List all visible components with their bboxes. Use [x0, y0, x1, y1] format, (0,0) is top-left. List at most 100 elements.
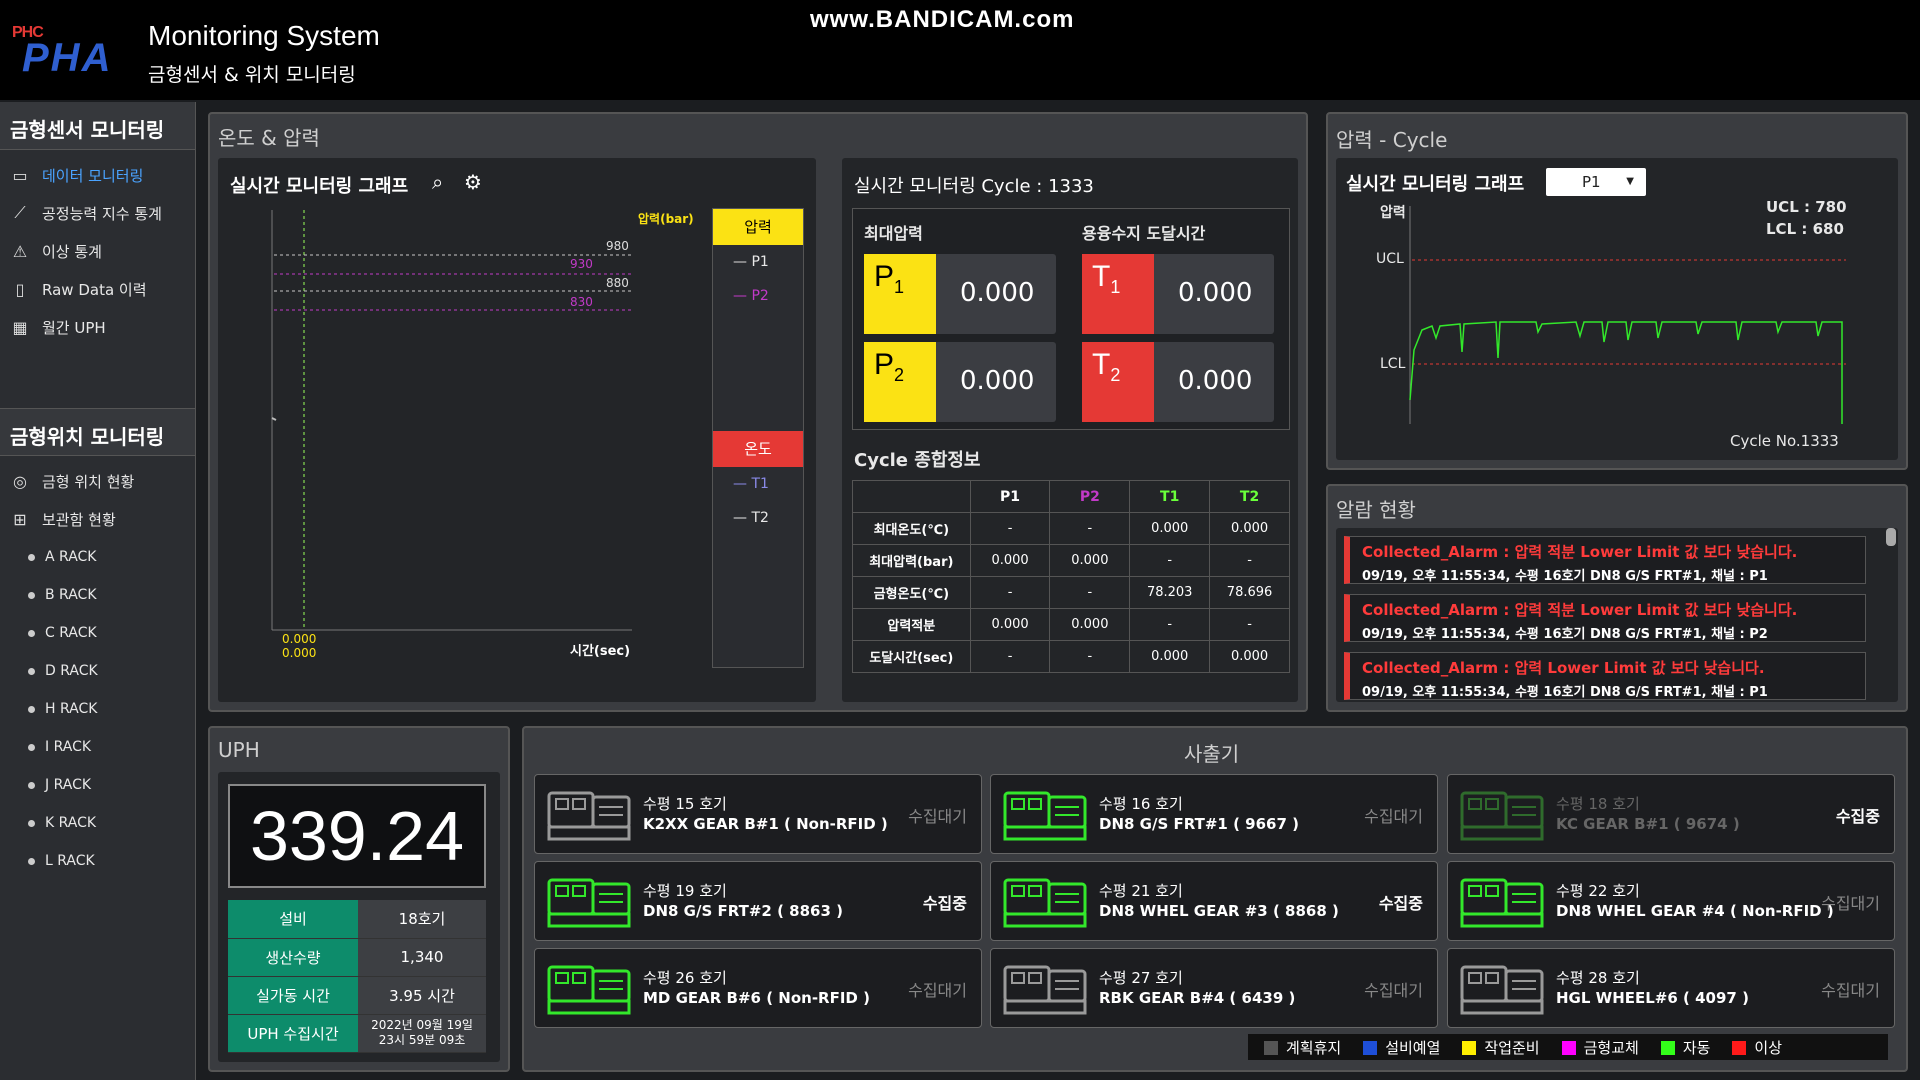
grid-icon: ⊞	[13, 509, 27, 529]
sidebar-rack-k[interactable]: K RACK	[0, 804, 195, 842]
table-cell: -	[969, 576, 1051, 609]
sidebar-rack-h[interactable]: H RACK	[0, 690, 195, 728]
metric-tag-t2: T2	[1082, 342, 1154, 422]
machine-card[interactable]: 수평 15 호기 K2XX GEAR B#1 ( Non-RFID ) 수집대기	[534, 774, 982, 854]
table-cell: 설비	[228, 900, 358, 939]
table-cell: 0.000	[1209, 512, 1290, 545]
tag-letter: T	[1092, 348, 1111, 381]
sidebar-rack-d[interactable]: D RACK	[0, 652, 195, 690]
machine-card[interactable]: 수평 18 호기 KC GEAR B#1 ( 9674 ) 수집중	[1447, 774, 1895, 854]
legend-t2[interactable]: — T2	[713, 501, 803, 535]
legend-p2[interactable]: — P2	[713, 279, 803, 313]
table-cell: -	[1129, 608, 1211, 641]
line-label-880: 880	[606, 276, 629, 290]
pressure-graph	[271, 210, 632, 631]
table-row: 최대압력(bar) 0.000 0.000 - -	[852, 544, 1290, 577]
sidebar-item-monthly-uph[interactable]: ▦ 월간 UPH	[0, 308, 195, 346]
table-cell: 생산수량	[228, 938, 358, 977]
app-subtitle: 금형센서 & 위치 모니터링	[148, 64, 356, 86]
table-header-row: P1 P2 T1 T2	[852, 480, 1290, 513]
legend-p1[interactable]: — P1	[713, 245, 803, 279]
alarm-item[interactable]: Collected_Alarm : 압력 Lower Limit 값 보다 낮습…	[1344, 652, 1866, 700]
legend-item: 작업준비	[1462, 1037, 1540, 1058]
bullet-icon	[28, 553, 35, 561]
uph-info-table: 설비 18호기 생산수량 1,340 실가동 시간 3.95 시간 UPH 수집시간 2…	[228, 900, 486, 1053]
sidebar-rack-l[interactable]: L RACK	[0, 842, 195, 880]
machine-card[interactable]: 수평 16 호기 DN8 G/S FRT#1 ( 9667 ) 수집대기	[990, 774, 1438, 854]
legend-t1[interactable]: — T1	[713, 467, 803, 501]
sidebar-rack-i[interactable]: I RACK	[0, 728, 195, 766]
machine-card[interactable]: 수평 28 호기 HGL WHEEL#6 ( 4097 ) 수집대기	[1447, 948, 1895, 1028]
metric-p2: P2 0.000	[864, 342, 1056, 422]
tag-sub: 1	[894, 277, 905, 297]
channel-select[interactable]: P1 ▼	[1546, 168, 1646, 196]
rack-label: A RACK	[45, 549, 97, 565]
sidebar-item-raw-data[interactable]: ▯ Raw Data 이력	[0, 270, 195, 308]
sidebar-item-data-monitoring[interactable]: ▭ 데이터 모니터링	[0, 156, 195, 194]
table-cell: -	[1049, 576, 1131, 609]
metric-p1: P1 0.000	[864, 254, 1056, 334]
gear-icon[interactable]: ⚙	[464, 170, 482, 194]
table-cell: 3.95 시간	[358, 976, 486, 1015]
machine-status: 수집대기	[908, 981, 967, 1000]
sidebar-rack-a[interactable]: A RACK	[0, 538, 195, 576]
cycle-summary-title: Cycle 종합정보	[854, 450, 981, 471]
rack-label: K RACK	[45, 815, 97, 831]
machine-card[interactable]: 수평 22 호기 DN8 WHEL GEAR #4 ( Non-RFID ) 수집대…	[1447, 861, 1895, 941]
collect-time: 23시 59분 09초	[378, 1033, 466, 1047]
machine-card[interactable]: 수평 19 호기 DN8 G/S FRT#2 ( 8863 ) 수집중	[534, 861, 982, 941]
table-row: 최대온도(℃) - - 0.000 0.000	[852, 512, 1290, 545]
sidebar-item-abnormal-stats[interactable]: ⚠ 이상 통계	[0, 232, 195, 270]
sidebar-item-storage[interactable]: ⊞ 보관함 현황	[0, 500, 195, 538]
sidebar-rack-c[interactable]: C RACK	[0, 614, 195, 652]
injection-machine-icon	[1460, 965, 1544, 1015]
table-row: UPH 수집시간 2022년 09월 19일 23시 59분 09초	[228, 1014, 486, 1053]
injection-machine-icon	[547, 791, 631, 841]
alarm-scrollbar[interactable]	[1886, 528, 1896, 546]
table-header: T1	[1129, 480, 1211, 513]
graph-legend: 압력 — P1 — P2 온도 — T1 — T2	[712, 208, 804, 668]
legend-temp-head: 온도	[713, 431, 803, 467]
machine-mold: K2XX GEAR B#1 ( Non-RFID )	[643, 815, 888, 833]
pressure-series-line	[1409, 321, 1843, 424]
logo: PHA	[22, 36, 113, 80]
collect-date: 2022년 09월 19일	[371, 1018, 473, 1032]
alarm-item[interactable]: Collected_Alarm : 압력 적분 Lower Limit 값 보다…	[1344, 536, 1866, 584]
machine-mold: DN8 WHEL GEAR #3 ( 8868 )	[1099, 902, 1339, 920]
machine-card[interactable]: 수평 26 호기 MD GEAR B#6 ( Non-RFID ) 수집대기	[534, 948, 982, 1028]
metric-value-t2: 0.000	[1178, 366, 1253, 396]
bullet-icon	[28, 743, 35, 751]
bullet-icon	[28, 667, 35, 675]
legend-item: 이상	[1732, 1037, 1782, 1058]
legend-swatch	[1462, 1040, 1477, 1055]
alarm-item[interactable]: Collected_Alarm : 압력 적분 Lower Limit 값 보다…	[1344, 594, 1866, 642]
table-cell: -	[1209, 608, 1290, 641]
legend-item: 계획휴지	[1264, 1037, 1341, 1058]
table-row: 생산수량 1,340	[228, 938, 486, 977]
sidebar-rack-j[interactable]: J RACK	[0, 766, 195, 804]
legend-item: 금형교체	[1561, 1037, 1639, 1058]
machine-status: 수집중	[1378, 894, 1423, 913]
metric-t1: T1 0.000	[1082, 254, 1274, 334]
sidebar-item-process-capability[interactable]: ⟋ 공정능력 지수 통계	[0, 194, 195, 232]
graph-title: 실시간 모니터링 그래프	[230, 176, 409, 197]
document-icon: ▯	[15, 279, 25, 299]
sidebar: 금형센서 모니터링 ▭ 데이터 모니터링 ⟋ 공정능력 지수 통계 ⚠ 이상 통…	[0, 102, 196, 1080]
legend-label: P2	[751, 288, 769, 304]
metric-value-p2: 0.000	[960, 366, 1035, 396]
table-cell: 실가동 시간	[228, 976, 358, 1015]
bullet-icon	[28, 705, 35, 713]
sidebar-item-mold-position[interactable]: ◎ 금형 위치 현황	[0, 462, 195, 500]
metric-value-t1: 0.000	[1178, 278, 1253, 308]
search-icon[interactable]: ⌕	[432, 170, 443, 194]
rack-label: I RACK	[45, 739, 92, 755]
machine-card[interactable]: 수평 27 호기 RBK GEAR B#4 ( 6439 ) 수집대기	[990, 948, 1438, 1028]
machine-mold: DN8 G/S FRT#1 ( 9667 )	[1099, 815, 1299, 833]
table-header: P1	[969, 480, 1051, 513]
machine-card[interactable]: 수평 21 호기 DN8 WHEL GEAR #3 ( 8868 ) 수집중	[990, 861, 1438, 941]
legend-label: 자동	[1682, 1038, 1711, 1057]
alarm-message: Collected_Alarm : 압력 Lower Limit 값 보다 낮습…	[1362, 659, 1765, 677]
bullet-icon	[28, 857, 35, 865]
sidebar-rack-b[interactable]: B RACK	[0, 576, 195, 614]
machine-name: 수평 19 호기	[643, 882, 727, 900]
